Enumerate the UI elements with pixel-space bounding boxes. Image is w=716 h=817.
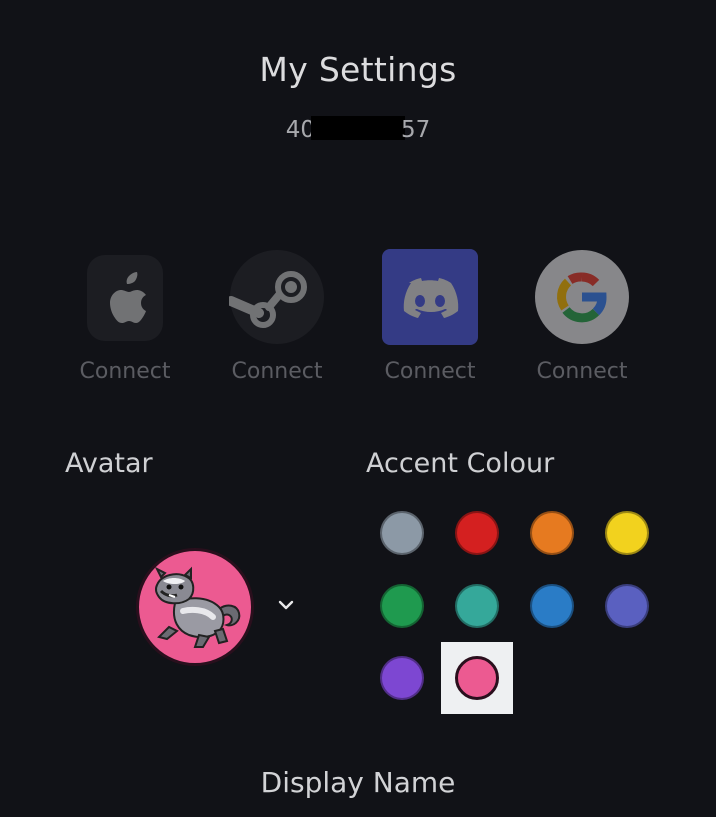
accent-colour-swatch[interactable] bbox=[455, 656, 499, 700]
connect-steam[interactable]: Connect bbox=[212, 249, 342, 384]
accent-colour-swatch[interactable] bbox=[605, 584, 649, 628]
connect-apple-label: Connect bbox=[79, 359, 171, 384]
redaction-bar bbox=[311, 116, 405, 140]
user-id-suffix: 57 bbox=[401, 117, 431, 143]
connect-google-label: Connect bbox=[536, 359, 628, 384]
page-title: My Settings bbox=[259, 50, 457, 89]
google-icon bbox=[534, 249, 630, 345]
user-id: 40 57 bbox=[0, 116, 716, 143]
connect-google[interactable]: Connect bbox=[517, 249, 647, 384]
accent-colour-swatch[interactable] bbox=[455, 511, 499, 555]
accent-colour-swatch[interactable] bbox=[605, 511, 649, 555]
accent-colour-swatch[interactable] bbox=[380, 584, 424, 628]
connect-steam-label: Connect bbox=[231, 359, 323, 384]
avatar-section-title: Avatar bbox=[65, 448, 153, 479]
raccoon-avatar-icon bbox=[154, 566, 241, 648]
avatar[interactable] bbox=[136, 548, 254, 666]
accent-colour-swatch[interactable] bbox=[455, 584, 499, 628]
chevron-down-icon[interactable] bbox=[277, 596, 295, 614]
settings-page: My Settings 40 57 Connect Connect Connec… bbox=[0, 0, 716, 817]
accent-colour-swatch[interactable] bbox=[380, 656, 424, 700]
accent-colour-section-title: Accent Colour bbox=[366, 448, 555, 479]
connect-discord-label: Connect bbox=[384, 359, 476, 384]
accent-colour-swatch[interactable] bbox=[530, 511, 574, 555]
connect-discord[interactable]: Connect bbox=[365, 249, 495, 384]
accent-colour-swatch[interactable] bbox=[530, 584, 574, 628]
accent-colour-swatch[interactable] bbox=[380, 511, 424, 555]
apple-icon bbox=[77, 249, 173, 345]
discord-icon bbox=[382, 249, 478, 345]
display-name-label: Display Name bbox=[260, 766, 456, 799]
connect-apple[interactable]: Connect bbox=[60, 249, 190, 384]
steam-icon bbox=[229, 249, 325, 345]
